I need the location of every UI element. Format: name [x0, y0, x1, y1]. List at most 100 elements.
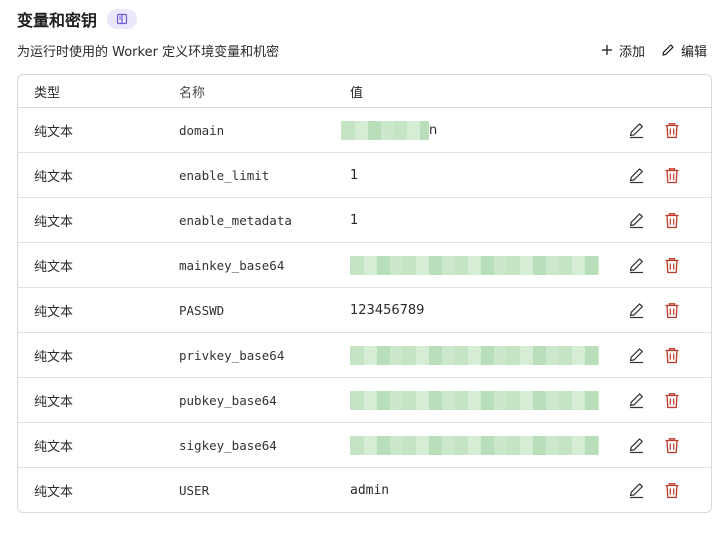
column-header-type: 类型 — [34, 85, 61, 101]
table-row: 纯文本 USER admin — [18, 468, 711, 512]
delete-row-button[interactable] — [663, 436, 681, 454]
value-text: n — [429, 122, 438, 138]
variable-value — [350, 378, 619, 422]
delete-row-button[interactable] — [663, 482, 681, 500]
trash-icon — [665, 302, 679, 318]
add-label: 添加 — [618, 44, 645, 60]
table-row: 纯文本 sigkey_base64 — [18, 423, 711, 468]
delete-row-button[interactable] — [663, 121, 681, 139]
delete-row-button[interactable] — [663, 211, 681, 229]
description-row: 为运行时使用的 Worker 定义环境变量和机密 添加 编辑 — [17, 40, 707, 60]
row-actions — [619, 482, 711, 500]
variable-value: 123456789 — [350, 288, 619, 332]
edit-row-button[interactable] — [627, 256, 645, 274]
variable-type: 纯文本 — [34, 485, 74, 500]
value-text: 123456789 — [350, 302, 425, 318]
variable-value: 1 — [350, 153, 619, 197]
column-header-value: 值 — [350, 85, 364, 101]
table-row: 纯文本 enable_limit 1 — [18, 153, 711, 198]
edit-row-button[interactable] — [627, 346, 645, 364]
redacted-value — [350, 435, 599, 455]
table-row: 纯文本 mainkey_base64 — [18, 243, 711, 288]
row-actions — [619, 256, 711, 274]
pencil-icon — [629, 212, 643, 228]
variable-name: enable_metadata — [179, 212, 292, 228]
row-actions — [619, 301, 711, 319]
trash-icon — [665, 347, 679, 363]
pencil-icon — [629, 437, 643, 453]
value-text: 1 — [350, 212, 359, 228]
row-actions — [619, 121, 711, 139]
row-actions — [619, 436, 711, 454]
value-text: admin — [350, 483, 390, 498]
edit-row-button[interactable] — [627, 436, 645, 454]
variable-type: 纯文本 — [34, 214, 74, 230]
variable-name: mainkey_base64 — [179, 257, 285, 273]
section-header: 变量和密钥 — [17, 7, 138, 31]
variable-value — [350, 423, 619, 467]
trash-icon — [665, 437, 679, 453]
delete-row-button[interactable] — [663, 346, 681, 364]
add-button[interactable]: 添加 — [601, 41, 645, 60]
variable-name: enable_limit — [179, 167, 270, 183]
plus-icon — [601, 45, 612, 55]
variable-value: 1 — [350, 198, 619, 242]
redacted-value — [350, 390, 599, 410]
variable-value: admin — [350, 468, 619, 512]
table-body: 纯文本 domain n 纯文本 enable_limit 1 纯文本 enable_meta… — [18, 108, 711, 512]
variable-value — [350, 243, 619, 287]
variable-type: 纯文本 — [34, 439, 74, 455]
variable-name: domain — [179, 122, 225, 138]
variable-value: n — [341, 108, 619, 152]
pencil-icon — [629, 347, 643, 363]
variable-value — [350, 333, 619, 377]
section-description: 为运行时使用的 Worker 定义环境变量和机密 — [17, 44, 280, 60]
variable-type: 纯文本 — [34, 169, 74, 185]
header-actions: 添加 编辑 — [601, 41, 707, 60]
edit-row-button[interactable] — [627, 211, 645, 229]
variable-type: 纯文本 — [34, 394, 74, 410]
column-header-name: 名称 — [179, 85, 206, 101]
trash-icon — [665, 122, 679, 138]
delete-row-button[interactable] — [663, 256, 681, 274]
docs-badge[interactable] — [107, 9, 138, 29]
table-row: 纯文本 privkey_base64 — [18, 333, 711, 378]
page-title: 变量和密钥 — [17, 11, 98, 30]
delete-row-button[interactable] — [663, 301, 681, 319]
edit-row-button[interactable] — [627, 482, 645, 500]
trash-icon — [665, 392, 679, 408]
trash-icon — [665, 483, 679, 499]
edit-row-button[interactable] — [627, 391, 645, 409]
variable-name: PASSWD — [179, 302, 225, 318]
variable-type: 纯文本 — [34, 259, 74, 275]
redacted-value — [341, 120, 429, 140]
pencil-icon — [629, 392, 643, 408]
table-row: 纯文本 enable_metadata 1 — [18, 198, 711, 243]
delete-row-button[interactable] — [663, 391, 681, 409]
variable-type: 纯文本 — [34, 349, 74, 365]
variable-name: pubkey_base64 — [179, 392, 277, 408]
row-actions — [619, 166, 711, 184]
edit-row-button[interactable] — [627, 166, 645, 184]
delete-row-button[interactable] — [663, 166, 681, 184]
variable-type: 纯文本 — [34, 124, 74, 140]
pencil-icon — [629, 257, 643, 273]
table-row: 纯文本 PASSWD 123456789 — [18, 288, 711, 333]
variable-name: privkey_base64 — [179, 347, 285, 363]
edit-label: 编辑 — [680, 44, 707, 60]
trash-icon — [665, 257, 679, 273]
edit-row-button[interactable] — [627, 121, 645, 139]
pencil-icon — [629, 167, 643, 183]
table-header: 类型 名称 值 — [18, 75, 711, 108]
edit-row-button[interactable] — [627, 301, 645, 319]
edit-button[interactable]: 编辑 — [661, 41, 707, 60]
value-text: 1 — [350, 167, 359, 183]
variable-name: sigkey_base64 — [179, 437, 277, 453]
book-icon — [116, 13, 128, 25]
row-actions — [619, 346, 711, 364]
variable-name: USER — [179, 483, 210, 498]
pencil-icon — [662, 44, 674, 56]
row-actions — [619, 391, 711, 409]
table-row: 纯文本 pubkey_base64 — [18, 378, 711, 423]
redacted-value — [350, 345, 599, 365]
